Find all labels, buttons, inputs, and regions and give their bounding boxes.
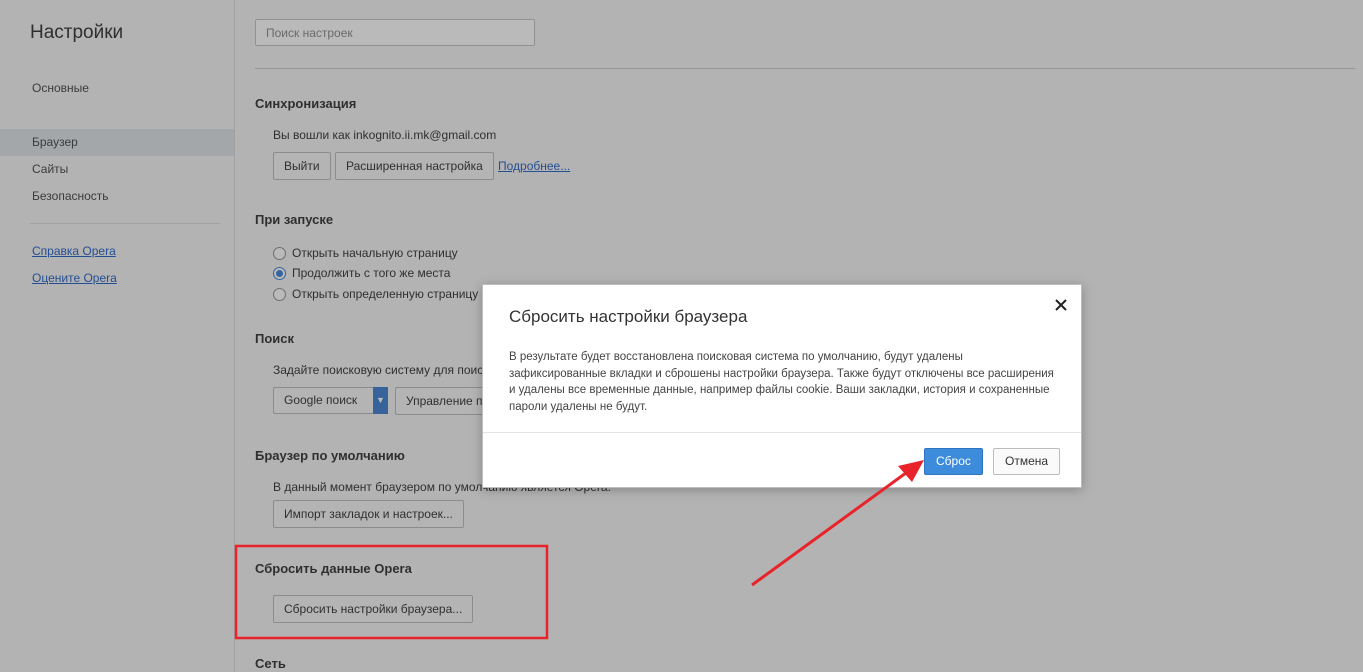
annotation-layer — [234, 460, 924, 640]
highlight-box — [234, 544, 549, 640]
arrow-shaft — [751, 468, 911, 587]
arrow-head — [898, 460, 924, 482]
